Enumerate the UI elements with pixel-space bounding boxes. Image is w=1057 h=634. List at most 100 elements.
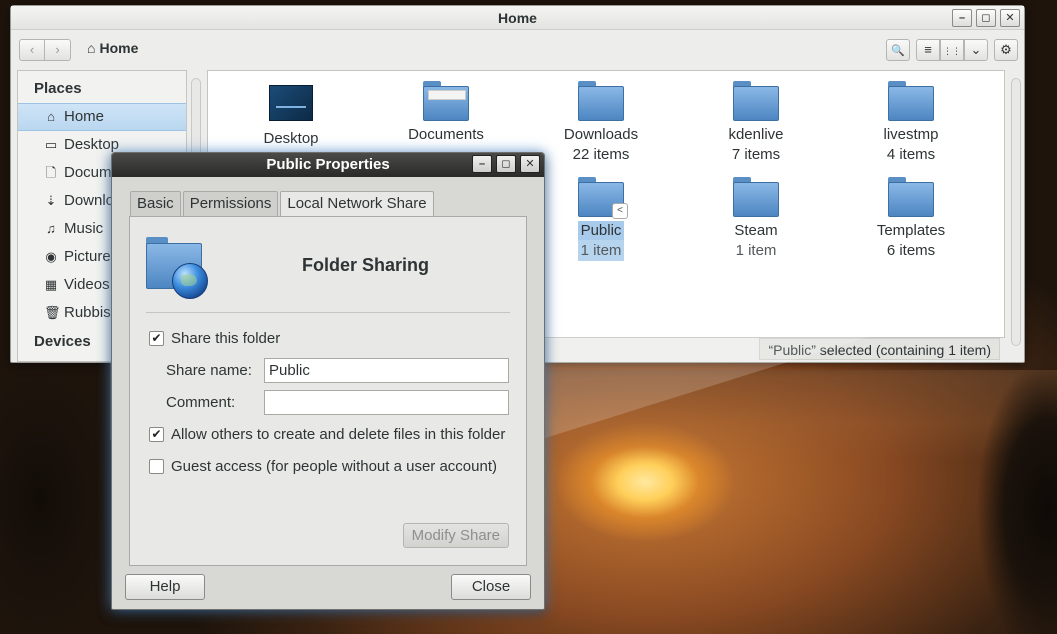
minimize-button[interactable]: – — [952, 9, 972, 27]
desktop-icon: ▭ — [44, 137, 58, 152]
list-view-button[interactable]: ≡ — [916, 39, 940, 61]
panel-title: Folder Sharing — [302, 255, 430, 275]
file-item-templates[interactable]: Templates 6 items — [846, 177, 976, 261]
folder-icon — [423, 81, 469, 121]
folder-icon — [733, 177, 779, 217]
file-count: 7 items — [731, 146, 781, 163]
allow-others-checkbox[interactable]: ✔ — [149, 427, 164, 442]
film-icon: ▦ — [44, 277, 58, 292]
main-titlebar[interactable]: Home – ◻ ✕ — [11, 6, 1024, 30]
folder-icon — [733, 81, 779, 121]
back-button[interactable]: ‹ — [19, 39, 45, 61]
tab-local-network-share[interactable]: Local Network Share — [280, 191, 434, 217]
share-folder-checkbox[interactable]: ✔ — [149, 331, 164, 346]
comment-input[interactable] — [264, 390, 509, 415]
dialog-close-button[interactable]: ✕ — [520, 155, 540, 173]
home-icon: ⌂ — [87, 40, 96, 56]
music-icon: ♫ — [46, 221, 56, 236]
file-name: livestmp — [883, 126, 939, 143]
tab-permissions[interactable]: Permissions — [182, 191, 279, 216]
status-bar: “Public” selected (containing 1 item) — [759, 338, 1000, 360]
file-name: Templates — [876, 222, 946, 239]
share-panel: Folder Sharing ✔ Share this folder Share… — [129, 216, 527, 566]
guest-access-checkbox-row[interactable]: Guest access (for people without a user … — [149, 458, 497, 475]
close-button[interactable]: ✕ — [1000, 9, 1020, 27]
grid-view-button[interactable]: ⋮⋮ — [940, 39, 964, 61]
sidebar-item-label: Videos — [64, 276, 110, 293]
dialog-title: Public Properties — [266, 156, 390, 173]
folder-icon — [578, 81, 624, 121]
comment-label: Comment: — [166, 394, 236, 411]
places-heading: Places — [34, 80, 82, 97]
toolbar-right: 🔍 ≡ ⋮⋮ ⌄ ⚙ — [886, 39, 1018, 61]
file-item-steam[interactable]: Steam 1 item — [691, 177, 821, 261]
dialog-minimize-button[interactable]: – — [472, 155, 492, 173]
folder-icon — [888, 81, 934, 121]
properties-dialog: Public Properties – ◻ ✕ Basic Permission… — [111, 152, 545, 610]
sidebar-item-label: Music — [64, 220, 104, 237]
help-button[interactable]: Help — [125, 574, 205, 600]
maximize-button[interactable]: ◻ — [976, 9, 996, 27]
view-menu-button[interactable]: ⌄ — [964, 39, 988, 61]
path-label: Home — [99, 40, 139, 56]
settings-button[interactable]: ⚙ — [994, 39, 1018, 61]
folder-icon — [888, 177, 934, 217]
modify-share-button[interactable]: Modify Share — [402, 523, 509, 548]
path-bar-home[interactable]: ⌂ Home — [87, 40, 138, 56]
desktop-folder-icon — [269, 85, 313, 121]
file-name: kdenlive — [728, 126, 784, 143]
file-name: Documents — [408, 126, 484, 143]
file-count: 1 item — [735, 242, 777, 259]
download-icon: ⇣ — [45, 193, 57, 208]
dialog-tabs: Basic Permissions Local Network Share — [130, 191, 436, 217]
file-name: Steam — [734, 222, 778, 239]
file-count: 6 items — [886, 242, 936, 259]
allow-others-label: Allow others to create and delete files … — [171, 426, 506, 443]
toolbar: ‹ › ⌂ Home 🔍 ≡ ⋮⋮ ⌄ ⚙ — [17, 36, 1018, 64]
main-window-title: Home — [498, 10, 537, 26]
allow-others-checkbox-row[interactable]: ✔ Allow others to create and delete file… — [149, 426, 505, 443]
file-name: Public — [577, 221, 625, 241]
gear-icon: ⚙ — [1000, 42, 1012, 57]
grid-icon: ⋮⋮ — [943, 46, 961, 56]
dialog-maximize-button[interactable]: ◻ — [496, 155, 516, 173]
guest-access-label: Guest access (for people without a user … — [171, 458, 498, 475]
chevron-down-icon: ⌄ — [970, 42, 982, 57]
guest-access-checkbox[interactable] — [149, 459, 164, 474]
file-item-documents[interactable]: Documents — [381, 81, 511, 145]
background-tree-right — [947, 360, 1057, 634]
separator — [146, 312, 510, 313]
main-window-controls: – ◻ ✕ — [952, 9, 1020, 27]
forward-button[interactable]: › — [45, 39, 71, 61]
share-folder-label: Share this folder — [171, 330, 281, 347]
share-icon: < — [612, 203, 628, 219]
file-name: Downloads — [563, 126, 639, 143]
file-item-kdenlive[interactable]: kdenlive 7 items — [691, 81, 821, 165]
list-icon: ≡ — [924, 42, 932, 57]
share-name-label: Share name: — [166, 362, 252, 379]
search-button[interactable]: 🔍 — [886, 39, 910, 61]
sidebar-item-label: Home — [64, 108, 105, 125]
tab-basic[interactable]: Basic — [130, 191, 181, 216]
history-nav: ‹ › — [19, 39, 71, 61]
file-name: Desktop — [263, 130, 319, 147]
dialog-titlebar[interactable]: Public Properties – ◻ ✕ — [112, 153, 544, 177]
file-item-public[interactable]: < Public 1 item — [536, 177, 666, 261]
share-folder-checkbox-row[interactable]: ✔ Share this folder — [149, 330, 280, 347]
content-scrollbar[interactable] — [1011, 78, 1021, 346]
dialog-close-action-button[interactable]: Close — [451, 574, 531, 600]
shared-folder-globe-icon — [146, 237, 208, 299]
search-icon: 🔍 — [891, 45, 905, 57]
file-count: 4 items — [886, 146, 936, 163]
home-icon: ⌂ — [47, 109, 55, 124]
file-count: 22 items — [572, 146, 630, 163]
file-count: 1 item — [577, 241, 625, 261]
camera-icon: ◉ — [45, 249, 57, 264]
share-name-input[interactable] — [264, 358, 509, 383]
file-item-desktop[interactable]: Desktop — [226, 85, 356, 149]
file-item-downloads[interactable]: Downloads 22 items — [536, 81, 666, 165]
trash-icon: 🗑 — [44, 305, 61, 320]
document-icon: 🗋 — [45, 165, 57, 180]
sidebar-item-home[interactable]: ⌂ Home — [18, 103, 186, 131]
file-item-livestmp[interactable]: livestmp 4 items — [846, 81, 976, 165]
